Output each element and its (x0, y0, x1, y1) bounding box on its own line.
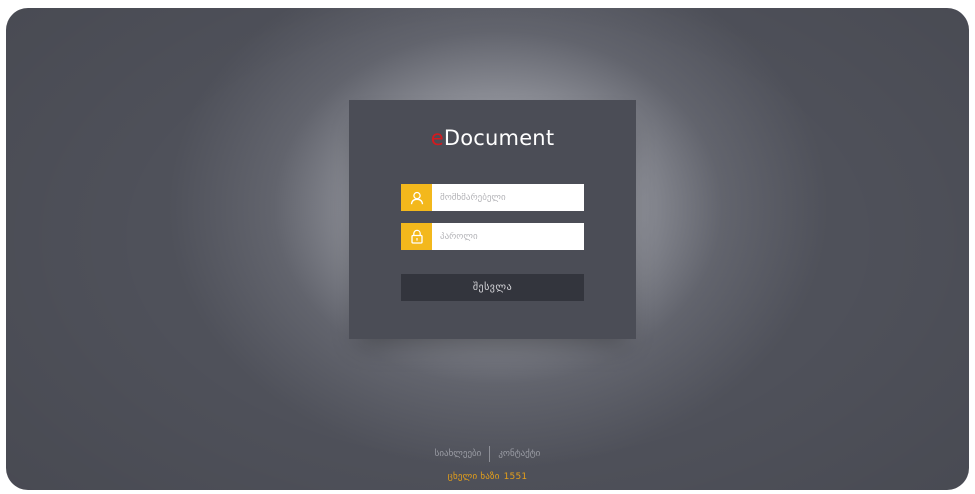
username-field (401, 184, 584, 211)
brand-logo-name: Document (443, 126, 555, 150)
login-screen: eDocument მომხმარებელი შესვლა სიახლეები … (6, 8, 969, 490)
password-field (401, 223, 584, 250)
brand-logo: eDocument (349, 126, 636, 150)
hotline-label: ცხელი ხაზი (447, 472, 500, 482)
user-icon (401, 184, 432, 211)
username-input[interactable] (432, 184, 584, 211)
lock-icon (401, 223, 432, 250)
login-button[interactable]: შესვლა (401, 274, 584, 301)
hotline-info: ცხელი ხაზი 1551 (6, 472, 969, 482)
contact-link[interactable]: კონტაქტი (490, 449, 548, 459)
page-frame: eDocument მომხმარებელი შესვლა სიახლეები … (0, 0, 975, 494)
hotline-number: 1551 (503, 472, 528, 482)
password-input[interactable] (432, 223, 584, 250)
brand-logo-prefix: e (430, 126, 444, 150)
login-panel: eDocument მომხმარებელი შესვლა (349, 100, 636, 339)
footer-links: სიახლეები კონტაქტი (6, 446, 969, 462)
news-link[interactable]: სიახლეები (427, 449, 490, 459)
